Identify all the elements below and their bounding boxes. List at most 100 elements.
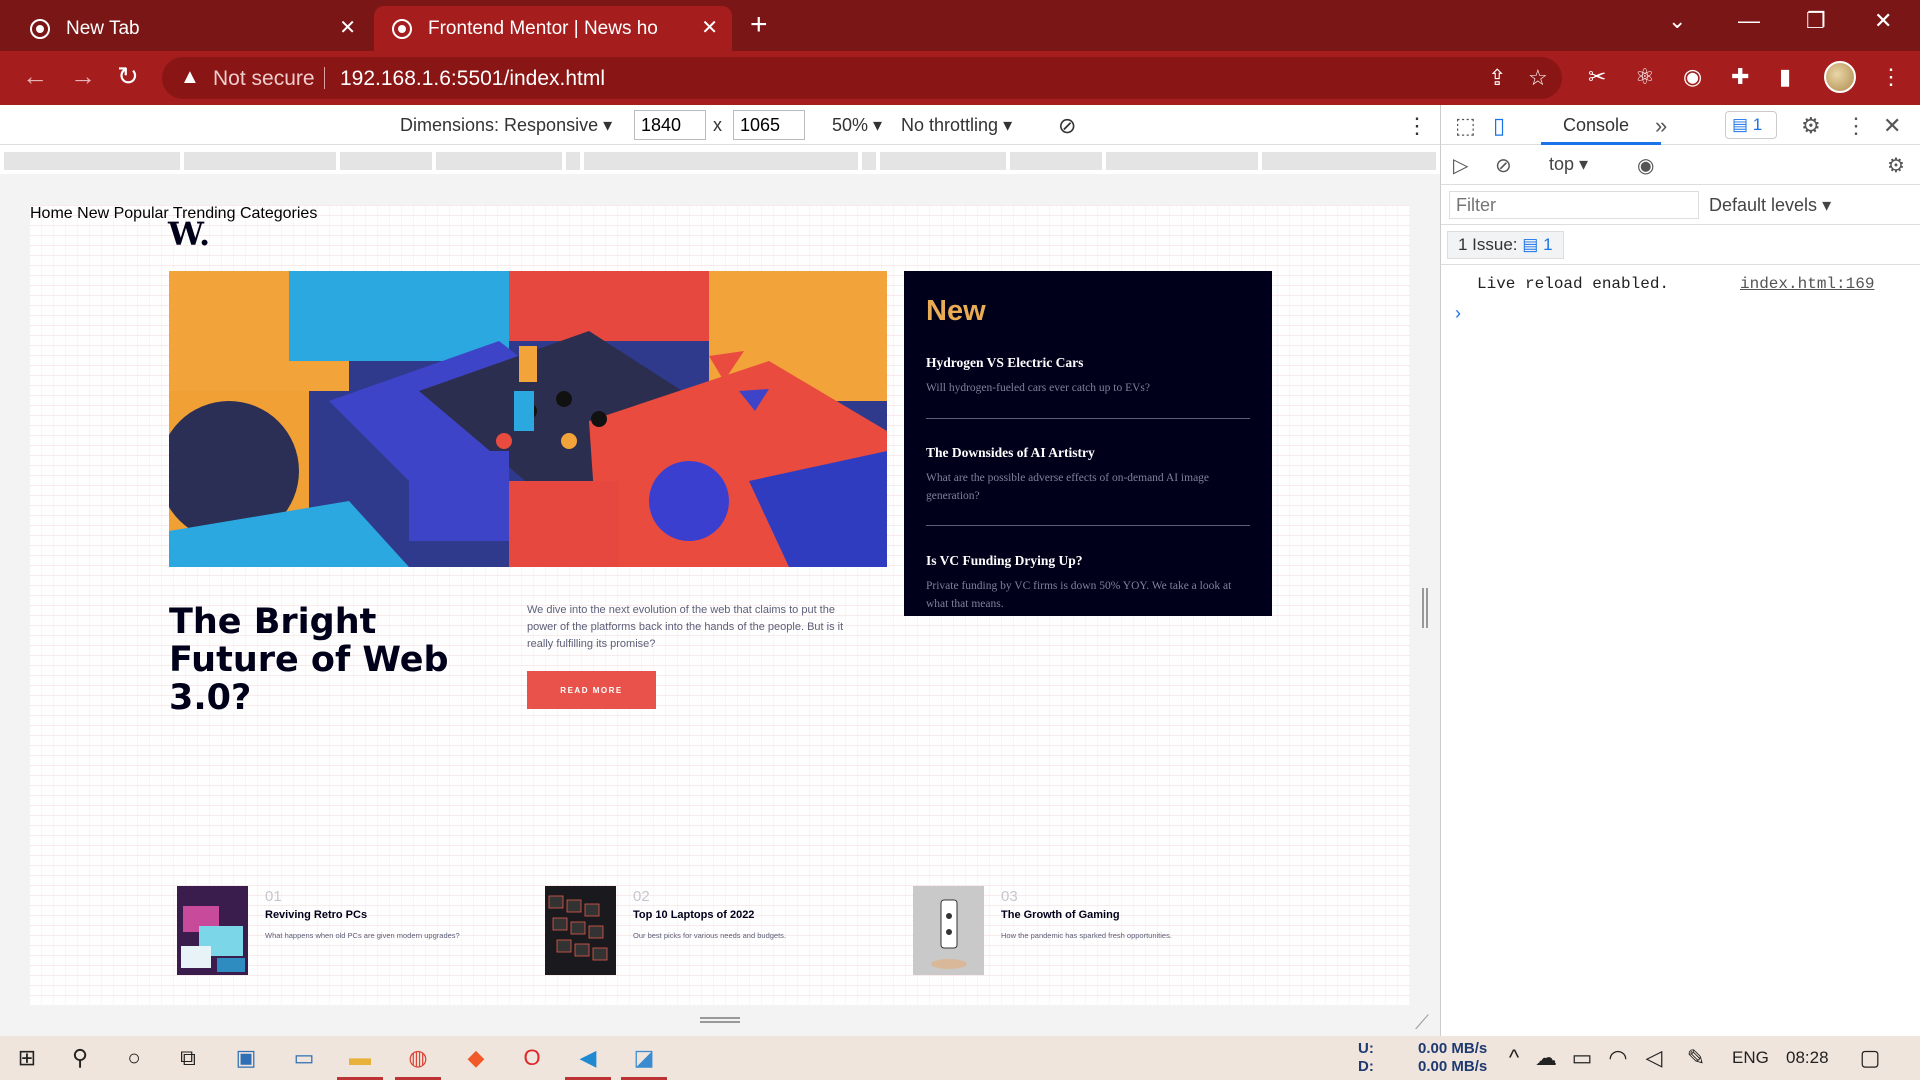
share-icon[interactable]: ⇪ — [1488, 65, 1506, 91]
context-selector[interactable]: top ▾ — [1549, 154, 1588, 175]
ruler-segment[interactable] — [1106, 152, 1258, 170]
tab-search-icon[interactable]: ⌄ — [1668, 8, 1686, 34]
nav-link-popular[interactable]: Popular — [114, 205, 169, 222]
log-source-link[interactable]: index.html:169 — [1740, 275, 1874, 293]
more-tabs-icon[interactable]: » — [1655, 113, 1667, 139]
sidebar-toggle-icon[interactable]: ▷ — [1453, 153, 1468, 178]
ruler-segment[interactable] — [436, 152, 562, 170]
show-hidden-icons-icon[interactable]: ^ — [1500, 1044, 1528, 1072]
search-icon[interactable]: ⚲ — [66, 1044, 94, 1072]
url-text[interactable]: 192.168.1.6:5501/index.html — [340, 67, 605, 91]
throttling-dropdown[interactable]: No throttling ▾ — [901, 115, 1012, 136]
nav-link-home[interactable]: Home — [30, 205, 73, 222]
vscode-icon[interactable]: ◀ — [574, 1044, 602, 1072]
article-card[interactable]: 02 Top 10 Laptops of 2022 Our best picks… — [545, 886, 875, 976]
side-panel-icon[interactable]: ▮ — [1779, 65, 1791, 89]
resize-handle-right[interactable] — [1422, 588, 1428, 628]
language-indicator[interactable]: ENG — [1732, 1048, 1769, 1068]
ruler-segment[interactable] — [340, 152, 432, 170]
address-bar[interactable]: ▲ Not secure 192.168.1.6:5501/index.html… — [162, 57, 1562, 99]
bookmark-star-icon[interactable]: ☆ — [1528, 65, 1548, 91]
app-icon[interactable]: ◪ — [630, 1044, 658, 1072]
resize-handle-bottom[interactable] — [700, 1017, 740, 1023]
ruler-segment[interactable] — [584, 152, 858, 170]
record-extension-icon[interactable]: ◉ — [1683, 65, 1702, 89]
onedrive-icon[interactable]: ☁ — [1532, 1044, 1560, 1072]
tab-new-tab[interactable]: New Tab ✕ — [0, 6, 370, 51]
minimize-icon[interactable]: — — [1738, 8, 1760, 34]
extension-scissors-icon[interactable]: ✂ — [1588, 65, 1606, 89]
device-menu-icon[interactable]: ⋮ — [1406, 113, 1428, 139]
nav-link-categories[interactable]: Categories — [240, 205, 317, 222]
nav-link-new[interactable]: New — [77, 205, 109, 222]
close-tab-icon[interactable]: ✕ — [339, 18, 356, 38]
back-icon[interactable]: ← — [22, 63, 48, 89]
forward-icon[interactable]: → — [70, 63, 96, 89]
wifi-icon[interactable]: ◠ — [1604, 1044, 1632, 1072]
ruler-segment[interactable] — [566, 152, 580, 170]
resize-handle-corner[interactable]: ⟋ — [1415, 1012, 1429, 1035]
media-query-ruler[interactable] — [0, 148, 1440, 174]
restore-icon[interactable]: ❐ — [1806, 8, 1826, 34]
live-expression-eye-icon[interactable]: ◉ — [1637, 153, 1654, 178]
windows-start-icon[interactable]: ⊞ — [13, 1044, 41, 1072]
computer-icon[interactable]: ▭ — [290, 1044, 318, 1072]
messages-badge[interactable]: ▤ 1 — [1725, 111, 1777, 139]
security-label[interactable]: Not secure — [213, 67, 315, 91]
close-tab-icon[interactable]: ✕ — [701, 18, 718, 38]
battery-icon[interactable]: ▭ — [1568, 1044, 1596, 1072]
issues-button[interactable]: 1 Issue: ▤ 1 — [1447, 231, 1564, 259]
new-article-item[interactable]: Is VC Funding Drying Up? Private funding… — [926, 553, 1250, 613]
notifications-icon[interactable]: ▢ — [1856, 1044, 1884, 1072]
article-card[interactable]: 01 Reviving Retro PCs What happens when … — [177, 886, 507, 976]
clear-console-icon[interactable]: ⊘ — [1495, 153, 1512, 178]
new-article-title[interactable]: Hydrogen VS Electric Cars — [926, 355, 1250, 371]
ruler-segment[interactable] — [1010, 152, 1102, 170]
site-logo[interactable]: W. — [168, 215, 210, 253]
new-article-title[interactable]: The Downsides of AI Artistry — [926, 445, 1250, 461]
console-settings-gear-icon[interactable]: ⚙ — [1887, 153, 1905, 178]
task-view-icon[interactable]: ⧉ — [174, 1044, 202, 1072]
height-input[interactable] — [733, 110, 805, 140]
tab-console[interactable]: Console — [1563, 115, 1629, 136]
console-filter-input[interactable] — [1449, 191, 1699, 219]
volume-icon[interactable]: ◁ — [1640, 1044, 1668, 1072]
rotate-icon[interactable]: ⊘ — [1058, 113, 1076, 139]
ruler-segment[interactable] — [862, 152, 876, 170]
card-title[interactable]: Top 10 Laptops of 2022 — [633, 909, 754, 921]
ruler-segment[interactable] — [4, 152, 180, 170]
tab-frontend-mentor[interactable]: Frontend Mentor | News homepa ✕ — [374, 6, 732, 51]
ruler-segment[interactable] — [184, 152, 336, 170]
new-article-item[interactable]: Hydrogen VS Electric Cars Will hydrogen-… — [926, 355, 1250, 397]
close-devtools-icon[interactable]: ✕ — [1883, 113, 1901, 139]
new-article-title[interactable]: Is VC Funding Drying Up? — [926, 553, 1250, 569]
extensions-puzzle-icon[interactable]: ✚ — [1731, 65, 1749, 89]
article-card[interactable]: 03 The Growth of Gaming How the pandemic… — [913, 886, 1243, 976]
log-levels-dropdown[interactable]: Default levels ▾ — [1709, 195, 1831, 216]
devtools-menu-icon[interactable]: ⋮ — [1845, 113, 1867, 139]
cortana-icon[interactable]: ○ — [120, 1044, 148, 1072]
width-input[interactable] — [634, 110, 706, 140]
console-prompt[interactable]: › — [1455, 303, 1461, 324]
reload-icon[interactable]: ↻ — [117, 63, 139, 89]
new-article-item[interactable]: The Downsides of AI Artistry What are th… — [926, 445, 1250, 505]
ruler-segment[interactable] — [880, 152, 1006, 170]
opera-icon[interactable]: O — [518, 1044, 546, 1072]
profile-avatar[interactable] — [1824, 61, 1856, 93]
card-title[interactable]: The Growth of Gaming — [1001, 909, 1120, 921]
inspect-element-icon[interactable]: ⬚ — [1455, 113, 1476, 139]
new-tab-button[interactable]: + — [750, 10, 768, 40]
read-more-button[interactable]: READ MORE — [527, 671, 656, 709]
pen-icon[interactable]: ✎ — [1682, 1044, 1710, 1072]
zoom-dropdown[interactable]: 50% ▾ — [832, 115, 882, 136]
app-icon[interactable]: ▣ — [232, 1044, 260, 1072]
react-devtools-icon[interactable]: ⚛ — [1635, 65, 1655, 89]
ruler-segment[interactable] — [1262, 152, 1436, 170]
card-title[interactable]: Reviving Retro PCs — [265, 909, 367, 921]
dimensions-dropdown[interactable]: Dimensions: Responsive ▾ — [400, 115, 612, 136]
chrome-menu-icon[interactable]: ⋮ — [1880, 65, 1902, 89]
file-explorer-icon[interactable]: ▬ — [346, 1044, 374, 1072]
window-close-icon[interactable]: ✕ — [1874, 8, 1892, 34]
chrome-icon[interactable]: ◍ — [404, 1044, 432, 1072]
brave-icon[interactable]: ◆ — [462, 1044, 490, 1072]
